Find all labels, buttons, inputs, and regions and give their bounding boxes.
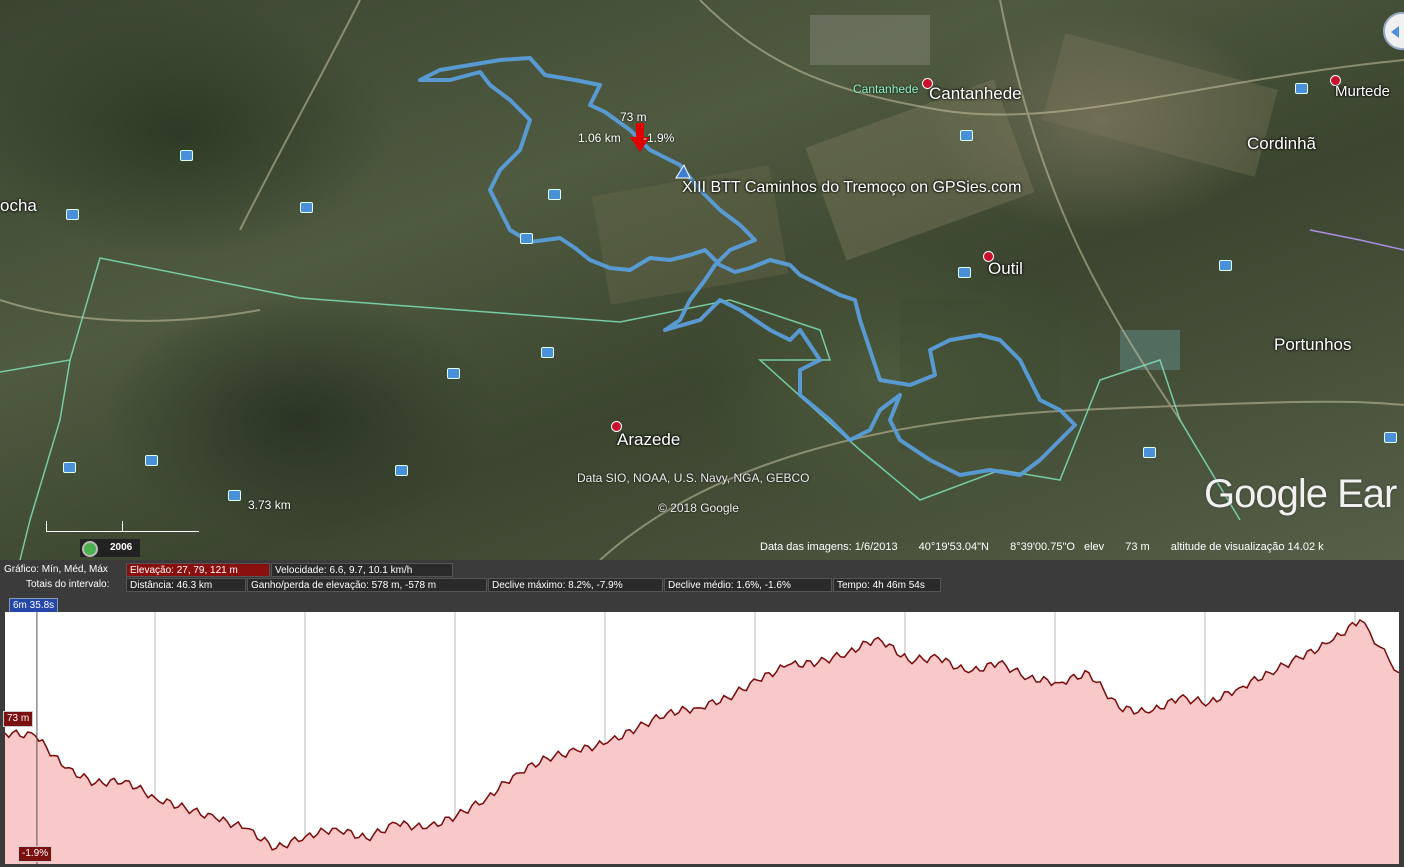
cursor-distance-label: 1.06 km bbox=[578, 131, 621, 145]
stats-row-2: Totais do intervalo: Distância: 46.3 km … bbox=[0, 578, 1404, 592]
poi-icon[interactable] bbox=[180, 150, 193, 161]
elevation-stats[interactable]: Elevação: 27, 79, 121 m bbox=[126, 563, 270, 577]
poi-icon[interactable] bbox=[145, 455, 158, 466]
gain-loss-stat: Ganho/perda de elevação: 578 m, -578 m bbox=[247, 578, 487, 592]
poi-icon[interactable] bbox=[541, 347, 554, 358]
scale-bar bbox=[46, 521, 199, 532]
elevation-chart[interactable] bbox=[5, 612, 1399, 864]
clock-icon[interactable] bbox=[82, 541, 98, 557]
cursor-slope-tag: -1.9% bbox=[18, 846, 53, 862]
stats-row-1: Gráfico: Mín, Méd, Máx Elevação: 27, 79,… bbox=[0, 563, 1404, 577]
place-label-murtede: Murtede bbox=[1335, 83, 1391, 100]
speed-stats[interactable]: Velocidade: 6.6, 9.7, 10.1 km/h bbox=[271, 563, 453, 577]
poi-icon[interactable] bbox=[520, 233, 533, 244]
status-bar: Data das imagens: 1/6/2013 40°19'53.04"N… bbox=[760, 541, 1342, 553]
elevation-chart-svg[interactable] bbox=[5, 612, 1399, 864]
cursor-elevation-label: 73 m bbox=[620, 110, 647, 124]
avg-slope-stat: Declive médio: 1.6%, -1.6% bbox=[664, 578, 832, 592]
poi-icon[interactable] bbox=[958, 267, 971, 278]
poi-icon[interactable] bbox=[63, 462, 76, 473]
imagery-date: Data das imagens: 1/6/2013 bbox=[760, 541, 898, 553]
interval-totals-label: Totais do intervalo: bbox=[26, 579, 110, 590]
poi-icon[interactable] bbox=[395, 465, 408, 476]
poi-icon[interactable] bbox=[1384, 432, 1397, 443]
historical-imagery-slider[interactable]: 2006 bbox=[80, 539, 140, 557]
max-slope-stat: Declive máximo: 8.2%, -7.9% bbox=[488, 578, 663, 592]
poi-icon[interactable] bbox=[960, 130, 973, 141]
poi-icon[interactable] bbox=[300, 202, 313, 213]
scale-label: 3.73 km bbox=[248, 498, 291, 512]
google-earth-logo: Google Ear bbox=[1204, 472, 1397, 516]
cursor-slope-label: -1.9% bbox=[643, 131, 675, 145]
time-stat: Tempo: 4h 46m 54s bbox=[833, 578, 941, 592]
poi-icon[interactable] bbox=[1143, 447, 1156, 458]
map-view[interactable]: Cantanhede Cantanhede Murtede Cordinhã O… bbox=[0, 0, 1404, 560]
place-label-outil: Outil bbox=[988, 259, 1023, 278]
place-label-portunhos: Portunhos bbox=[1274, 335, 1352, 354]
track-title-label[interactable]: XIII BTT Caminhos do Tremoço on GPSies.c… bbox=[682, 179, 1021, 197]
time-badge: 6m 35.8s bbox=[9, 598, 59, 613]
chart-range-label: Gráfico: Mín, Méd, Máx bbox=[4, 564, 108, 575]
place-label-cordinha: Cordinhã bbox=[1247, 134, 1316, 153]
place-label-cantanhede-area: Cantanhede bbox=[853, 82, 919, 96]
poi-icon[interactable] bbox=[228, 490, 241, 501]
latitude: 40°19'53.04"N bbox=[918, 541, 990, 553]
poi-icon[interactable] bbox=[447, 368, 460, 379]
copyright-attribution: © 2018 Google bbox=[658, 501, 739, 515]
poi-icon[interactable] bbox=[1295, 83, 1308, 94]
place-label-arazede: Arazede bbox=[617, 430, 681, 449]
imagery-year: 2006 bbox=[110, 542, 133, 553]
poi-icon[interactable] bbox=[1219, 260, 1232, 271]
elevation-value: 73 m bbox=[1125, 541, 1150, 553]
eye-altitude: altitude de visualização 14.02 k bbox=[1170, 541, 1324, 553]
elevation-label: elev bbox=[1083, 541, 1105, 553]
data-attribution: Data SIO, NOAA, U.S. Navy, NGA, GEBCO bbox=[577, 471, 810, 485]
poi-icon[interactable] bbox=[548, 189, 561, 200]
place-label-ocha: ocha bbox=[0, 196, 37, 215]
longitude: 8°39'00.75"O bbox=[1010, 541, 1075, 553]
cursor-elevation-tag: 73 m bbox=[3, 711, 34, 727]
elevation-area bbox=[5, 620, 1399, 864]
poi-icon[interactable] bbox=[66, 209, 79, 220]
distance-stat: Distância: 46.3 km bbox=[126, 578, 246, 592]
place-label-cantanhede: Cantanhede bbox=[929, 84, 1022, 103]
